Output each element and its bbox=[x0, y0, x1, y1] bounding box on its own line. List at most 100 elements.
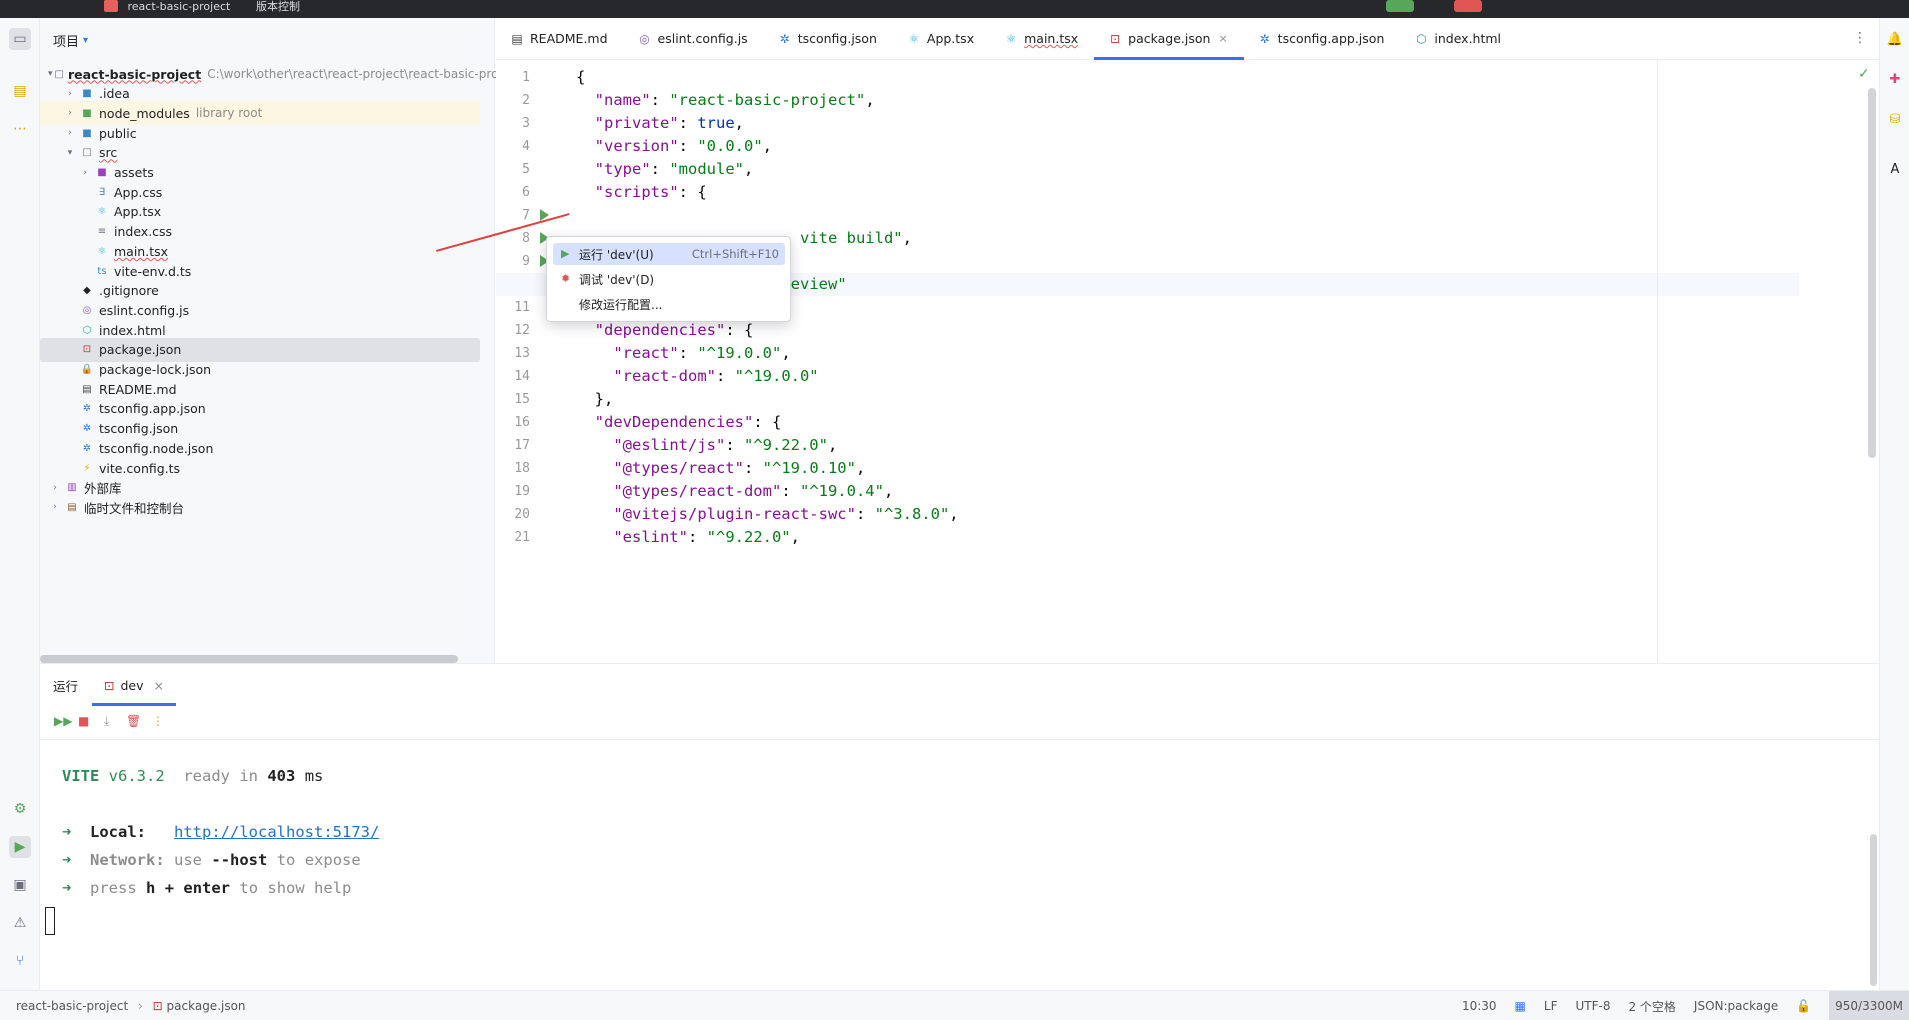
tab-package-json[interactable]: ⊡ package.json × bbox=[1094, 18, 1244, 60]
file-type[interactable]: JSON:package bbox=[1694, 999, 1778, 1013]
tab-tsconfig-json[interactable]: ✲ tsconfig.json bbox=[764, 18, 893, 60]
line-number: 20 bbox=[514, 507, 530, 522]
notifications-icon[interactable]: 🔔 bbox=[1886, 30, 1904, 48]
console-cursor bbox=[45, 907, 55, 935]
more-tools-icon[interactable]: ⋯ bbox=[9, 118, 31, 140]
run-dev-menu-item[interactable]: ▶ 运行 'dev'(U) Ctrl+Shift+F10 bbox=[553, 243, 785, 265]
database-icon[interactable]: ⛁ bbox=[1886, 110, 1904, 128]
eslint-icon: ◎ bbox=[82, 304, 92, 316]
tab-app-tsx[interactable]: ⚛ App.tsx bbox=[893, 18, 990, 60]
network-text-1: use bbox=[174, 851, 203, 869]
tab-label: eslint.config.js bbox=[657, 31, 748, 46]
tree-item-label: App.css bbox=[114, 184, 163, 200]
network-flag: --host bbox=[211, 851, 268, 869]
project-panel-header[interactable]: 项目 ▾ bbox=[40, 18, 494, 62]
project-panel-title: 项目 bbox=[53, 34, 80, 50]
problems-icon[interactable]: ⚠ bbox=[9, 912, 31, 934]
chevron-right-icon[interactable]: › bbox=[48, 483, 62, 493]
local-url-link[interactable]: http://localhost:5173/ bbox=[174, 823, 379, 841]
console-output[interactable]: VITE v6.3.2 ready in 403 ms ➜ Local: htt… bbox=[62, 762, 379, 902]
breadcrumb-file[interactable]: package.json bbox=[167, 999, 246, 1013]
react-icon: ⚛ bbox=[97, 245, 107, 257]
close-icon[interactable]: × bbox=[1218, 32, 1227, 45]
chevron-down-icon[interactable]: ▾ bbox=[63, 148, 77, 158]
tab-main-tsx[interactable]: ⚛ main.tsx bbox=[990, 18, 1094, 60]
run-context-menu: ▶ 运行 'dev'(U) Ctrl+Shift+F10 ✹ 调试 'dev'(D) 修改… bbox=[546, 236, 791, 322]
line-number: 6 bbox=[522, 185, 530, 200]
editor-scrollbar[interactable] bbox=[1868, 88, 1876, 458]
rerun-icon[interactable]: ▶▶ bbox=[54, 714, 72, 728]
chevron-right-icon[interactable]: › bbox=[78, 168, 92, 178]
tab-eslint-config-js[interactable]: ◎ eslint.config.js bbox=[624, 18, 764, 60]
run-toolbar: ▶▶ ■ ⤓ 🗑 ⋮ bbox=[40, 706, 1879, 740]
run-button[interactable] bbox=[1386, 0, 1414, 12]
chevron-right-icon[interactable]: › bbox=[63, 128, 77, 138]
structure-tool-icon[interactable]: ▤ bbox=[9, 80, 31, 102]
run-panel-title: 运行 bbox=[53, 678, 79, 694]
chevron-down-icon: ▾ bbox=[83, 34, 89, 46]
title-bar: react-basic-project 版本控制 bbox=[0, 0, 1909, 18]
npm-icon: ⊡ bbox=[104, 677, 115, 693]
tsconfig-icon: ✲ bbox=[82, 442, 92, 454]
chevron-right-icon[interactable]: › bbox=[48, 502, 62, 512]
edit-run-config-menu-item[interactable]: 修改运行配置... bbox=[553, 293, 785, 315]
stop-icon[interactable]: ■ bbox=[78, 714, 89, 728]
more-tabs-icon[interactable]: ⋮ bbox=[1853, 30, 1867, 46]
vcs-menu[interactable]: 版本控制 bbox=[256, 0, 300, 14]
scroll-end-icon[interactable]: ⤓ bbox=[104, 714, 109, 729]
terminal-icon[interactable]: ▣ bbox=[9, 874, 31, 896]
project-badge-icon bbox=[104, 0, 118, 12]
stop-button[interactable] bbox=[1454, 0, 1482, 12]
more-options-icon[interactable]: ⋮ bbox=[152, 714, 164, 728]
ai-assistant-icon[interactable]: ✚ bbox=[1886, 70, 1904, 88]
file-encoding[interactable]: UTF-8 bbox=[1575, 999, 1610, 1013]
chevron-right-icon[interactable]: › bbox=[63, 89, 77, 99]
chevron-down-icon[interactable]: ▾ bbox=[48, 69, 53, 79]
tree-item-label: 外部库 bbox=[84, 481, 122, 497]
tab-tsconfig-app-json[interactable]: ✲ tsconfig.app.json bbox=[1244, 18, 1401, 60]
project-tool-icon[interactable]: ▭ bbox=[9, 28, 31, 50]
tsconfig-icon: ✲ bbox=[779, 31, 790, 46]
code-line: "scripts": { bbox=[594, 183, 707, 201]
tree-item-label: README.md bbox=[99, 381, 177, 397]
lock-icon[interactable]: 🔓 bbox=[1796, 999, 1811, 1013]
tree-item-label: package.json bbox=[99, 342, 182, 358]
tree-item-label: main.tsx bbox=[114, 243, 169, 259]
horizontal-scrollbar[interactable] bbox=[40, 655, 458, 663]
chevron-right-icon: › bbox=[138, 999, 143, 1013]
translate-icon[interactable]: A bbox=[1886, 160, 1904, 178]
inspection-ok-icon[interactable]: ✓ bbox=[1858, 66, 1870, 82]
memory-indicator[interactable]: 950/3300M bbox=[1829, 991, 1909, 1020]
clear-icon[interactable]: 🗑 bbox=[126, 714, 141, 728]
folder-purple-icon: ■ bbox=[97, 167, 107, 178]
eslint-icon: ◎ bbox=[639, 31, 650, 46]
tab-index-html[interactable]: ⬡ index.html bbox=[1400, 18, 1517, 60]
project-switcher[interactable]: react-basic-project bbox=[96, 0, 238, 18]
line-separator[interactable]: LF bbox=[1544, 999, 1558, 1013]
services-icon[interactable]: ⚙ bbox=[9, 798, 31, 820]
run-tab-dev[interactable]: ⊡ dev × bbox=[92, 664, 176, 706]
close-icon[interactable]: × bbox=[154, 678, 164, 693]
debug-dev-menu-item[interactable]: ✹ 调试 'dev'(D) bbox=[553, 268, 785, 290]
code-line: "@types/react": "^19.0.10", bbox=[613, 459, 866, 477]
tree-item-label: App.tsx bbox=[114, 204, 162, 220]
line-number: 5 bbox=[522, 162, 530, 177]
line-number: 18 bbox=[514, 461, 530, 476]
caret-position[interactable]: 10:30 bbox=[1462, 999, 1497, 1013]
breadcrumb-project[interactable]: react-basic-project bbox=[16, 999, 128, 1013]
code-area[interactable]: { "name": "react-basic-project", "privat… bbox=[496, 60, 1799, 663]
tree-item-label: tsconfig.app.json bbox=[99, 401, 206, 417]
react-icon: ⚛ bbox=[97, 206, 107, 218]
tab-label: index.html bbox=[1434, 31, 1502, 46]
chevron-right-icon[interactable]: › bbox=[63, 108, 77, 118]
tab-label: App.tsx bbox=[926, 31, 975, 46]
line-number: 1 bbox=[522, 70, 530, 85]
tree-item[interactable]: › ▤ 临时文件和控制台 bbox=[40, 495, 480, 519]
run-tool-icon[interactable]: ▶ bbox=[9, 836, 31, 858]
folder-idea-icon: ■ bbox=[82, 88, 92, 100]
tab-readme-md[interactable]: ▤ README.md bbox=[496, 18, 624, 60]
git-icon[interactable]: ⑂ bbox=[9, 950, 31, 972]
menu-item-shortcut: Ctrl+Shift+F10 bbox=[691, 247, 779, 261]
console-scrollbar[interactable] bbox=[1870, 834, 1877, 986]
indent-setting[interactable]: 2 个空格 bbox=[1628, 998, 1675, 1015]
